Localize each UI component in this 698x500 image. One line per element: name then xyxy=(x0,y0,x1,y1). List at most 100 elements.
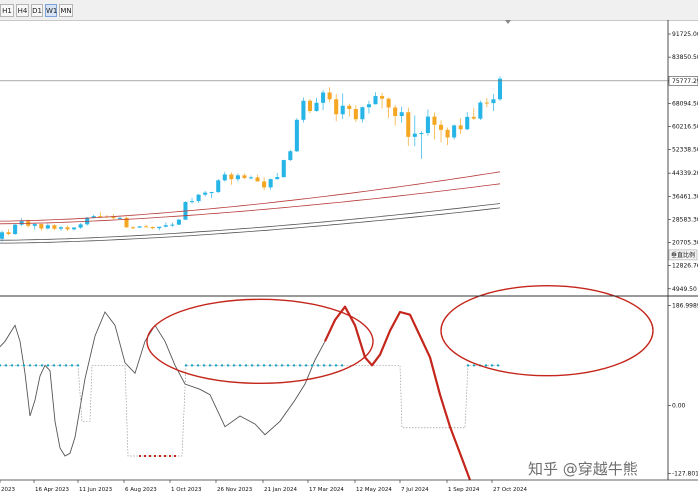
candle-body xyxy=(157,226,162,229)
signal-dot xyxy=(214,363,218,367)
candle-body xyxy=(458,125,463,130)
signal-dot xyxy=(496,363,500,367)
candle-body xyxy=(366,104,371,108)
trough-marker xyxy=(174,455,176,457)
signal-dot xyxy=(190,363,194,367)
candle-body xyxy=(170,224,175,226)
time-axis-label: 17 Mar 2024 xyxy=(309,487,344,493)
price-axis-label: 28583.30 xyxy=(672,216,698,223)
candle-body xyxy=(419,133,424,135)
signal-dot xyxy=(34,363,38,367)
candle-body xyxy=(491,99,496,104)
time-axis-label: 11 Jun 2023 xyxy=(79,487,113,493)
signal-dot xyxy=(52,363,56,367)
signal-dot xyxy=(232,363,236,367)
time-axis-label: 27 Oct 2024 xyxy=(493,487,528,493)
indicator-axis-label: 186.9989 xyxy=(672,303,698,310)
candle-body xyxy=(432,116,437,125)
candle-body xyxy=(471,116,476,119)
signal-dot xyxy=(226,363,230,367)
indicator-panel xyxy=(0,284,654,481)
candle-body xyxy=(255,177,260,182)
time-axis-label: 12 May 2024 xyxy=(356,487,392,493)
candle-body xyxy=(353,108,358,120)
price-axis-label: 60216.50 xyxy=(672,124,698,131)
signal-dot xyxy=(40,363,44,367)
signal-dot xyxy=(70,363,74,367)
candle-body xyxy=(65,227,70,230)
time-axis-label: 1 Oct 2023 xyxy=(171,487,202,493)
timeframe-toolbar: H1 H4 D1 W1 MN xyxy=(0,0,698,21)
candle-body xyxy=(216,180,221,193)
price-axis-label: 68094.50 xyxy=(672,100,698,107)
time-axis-label: 21 Jan 2024 xyxy=(264,487,297,493)
signal-dot xyxy=(466,363,470,367)
signal-dot xyxy=(64,363,68,367)
candle-body xyxy=(373,96,378,105)
candle-body xyxy=(150,227,155,229)
timeframe-mn[interactable]: MN xyxy=(59,4,73,17)
signal-dot xyxy=(304,363,308,367)
candle-body xyxy=(412,133,417,137)
timeframe-d1[interactable]: D1 xyxy=(31,4,43,17)
indicator-axis-label: -127.8011 xyxy=(672,470,698,477)
signal-dot xyxy=(268,363,272,367)
time-axis-label: 7 Jul 2024 xyxy=(401,487,429,493)
candle-body xyxy=(452,125,457,138)
signal-dot xyxy=(298,363,302,367)
shift-marker xyxy=(505,20,511,24)
candle-body xyxy=(163,225,168,227)
candle-body xyxy=(52,225,57,229)
candle-body xyxy=(268,179,273,188)
price-axis-label: 75777.29 xyxy=(672,78,698,85)
candle-body xyxy=(32,224,37,226)
candle-body xyxy=(340,105,345,115)
moving-average-line xyxy=(0,171,501,222)
signal-dot xyxy=(10,363,14,367)
timeframe-h4[interactable]: H4 xyxy=(16,4,29,17)
candle-body xyxy=(203,192,208,195)
price-axis-label: 52338.50 xyxy=(672,147,698,154)
candle-body xyxy=(478,102,483,119)
candle-body xyxy=(58,227,64,229)
candle-body xyxy=(111,217,116,219)
trough-marker xyxy=(164,455,166,457)
candle-body xyxy=(209,192,214,194)
signal-dot xyxy=(46,363,50,367)
candle-body xyxy=(235,175,240,180)
candle-body xyxy=(196,194,201,202)
signal-dot xyxy=(328,363,332,367)
signal-dot xyxy=(274,363,278,367)
candle-body xyxy=(0,232,5,239)
candle-body xyxy=(334,99,339,115)
candle-body xyxy=(78,224,83,228)
candle-body xyxy=(39,224,44,229)
candle-body xyxy=(380,96,385,99)
trough-marker xyxy=(139,455,141,457)
signal-dot xyxy=(490,363,494,367)
chart-area[interactable]: 91725.00 83850.50 75777.29 68094.50 60216.50… xyxy=(0,20,698,500)
candle-body xyxy=(262,181,267,188)
signal-dot xyxy=(316,363,320,367)
candle-body xyxy=(321,92,326,103)
trough-marker xyxy=(159,455,161,457)
timeframe-w1[interactable]: W1 xyxy=(45,4,57,17)
timeframe-h1[interactable]: H1 xyxy=(0,4,14,17)
candle-body xyxy=(242,175,247,178)
signal-dot xyxy=(244,363,248,367)
signal-dot xyxy=(0,363,2,367)
candle-body xyxy=(347,105,352,109)
signal-dot xyxy=(238,363,242,367)
candle-body xyxy=(288,151,293,161)
signal-dot xyxy=(76,363,80,367)
signal-dot xyxy=(58,363,62,367)
indicator-line xyxy=(0,311,326,457)
candle-body xyxy=(425,116,430,134)
candle-body xyxy=(307,100,313,112)
candle-body xyxy=(144,226,149,228)
candle-body xyxy=(229,174,234,180)
indicator-axis-label: 0.00 xyxy=(672,402,686,409)
candle-body xyxy=(484,102,489,104)
signal-dot xyxy=(28,363,32,367)
annotation-red-line xyxy=(324,305,472,481)
